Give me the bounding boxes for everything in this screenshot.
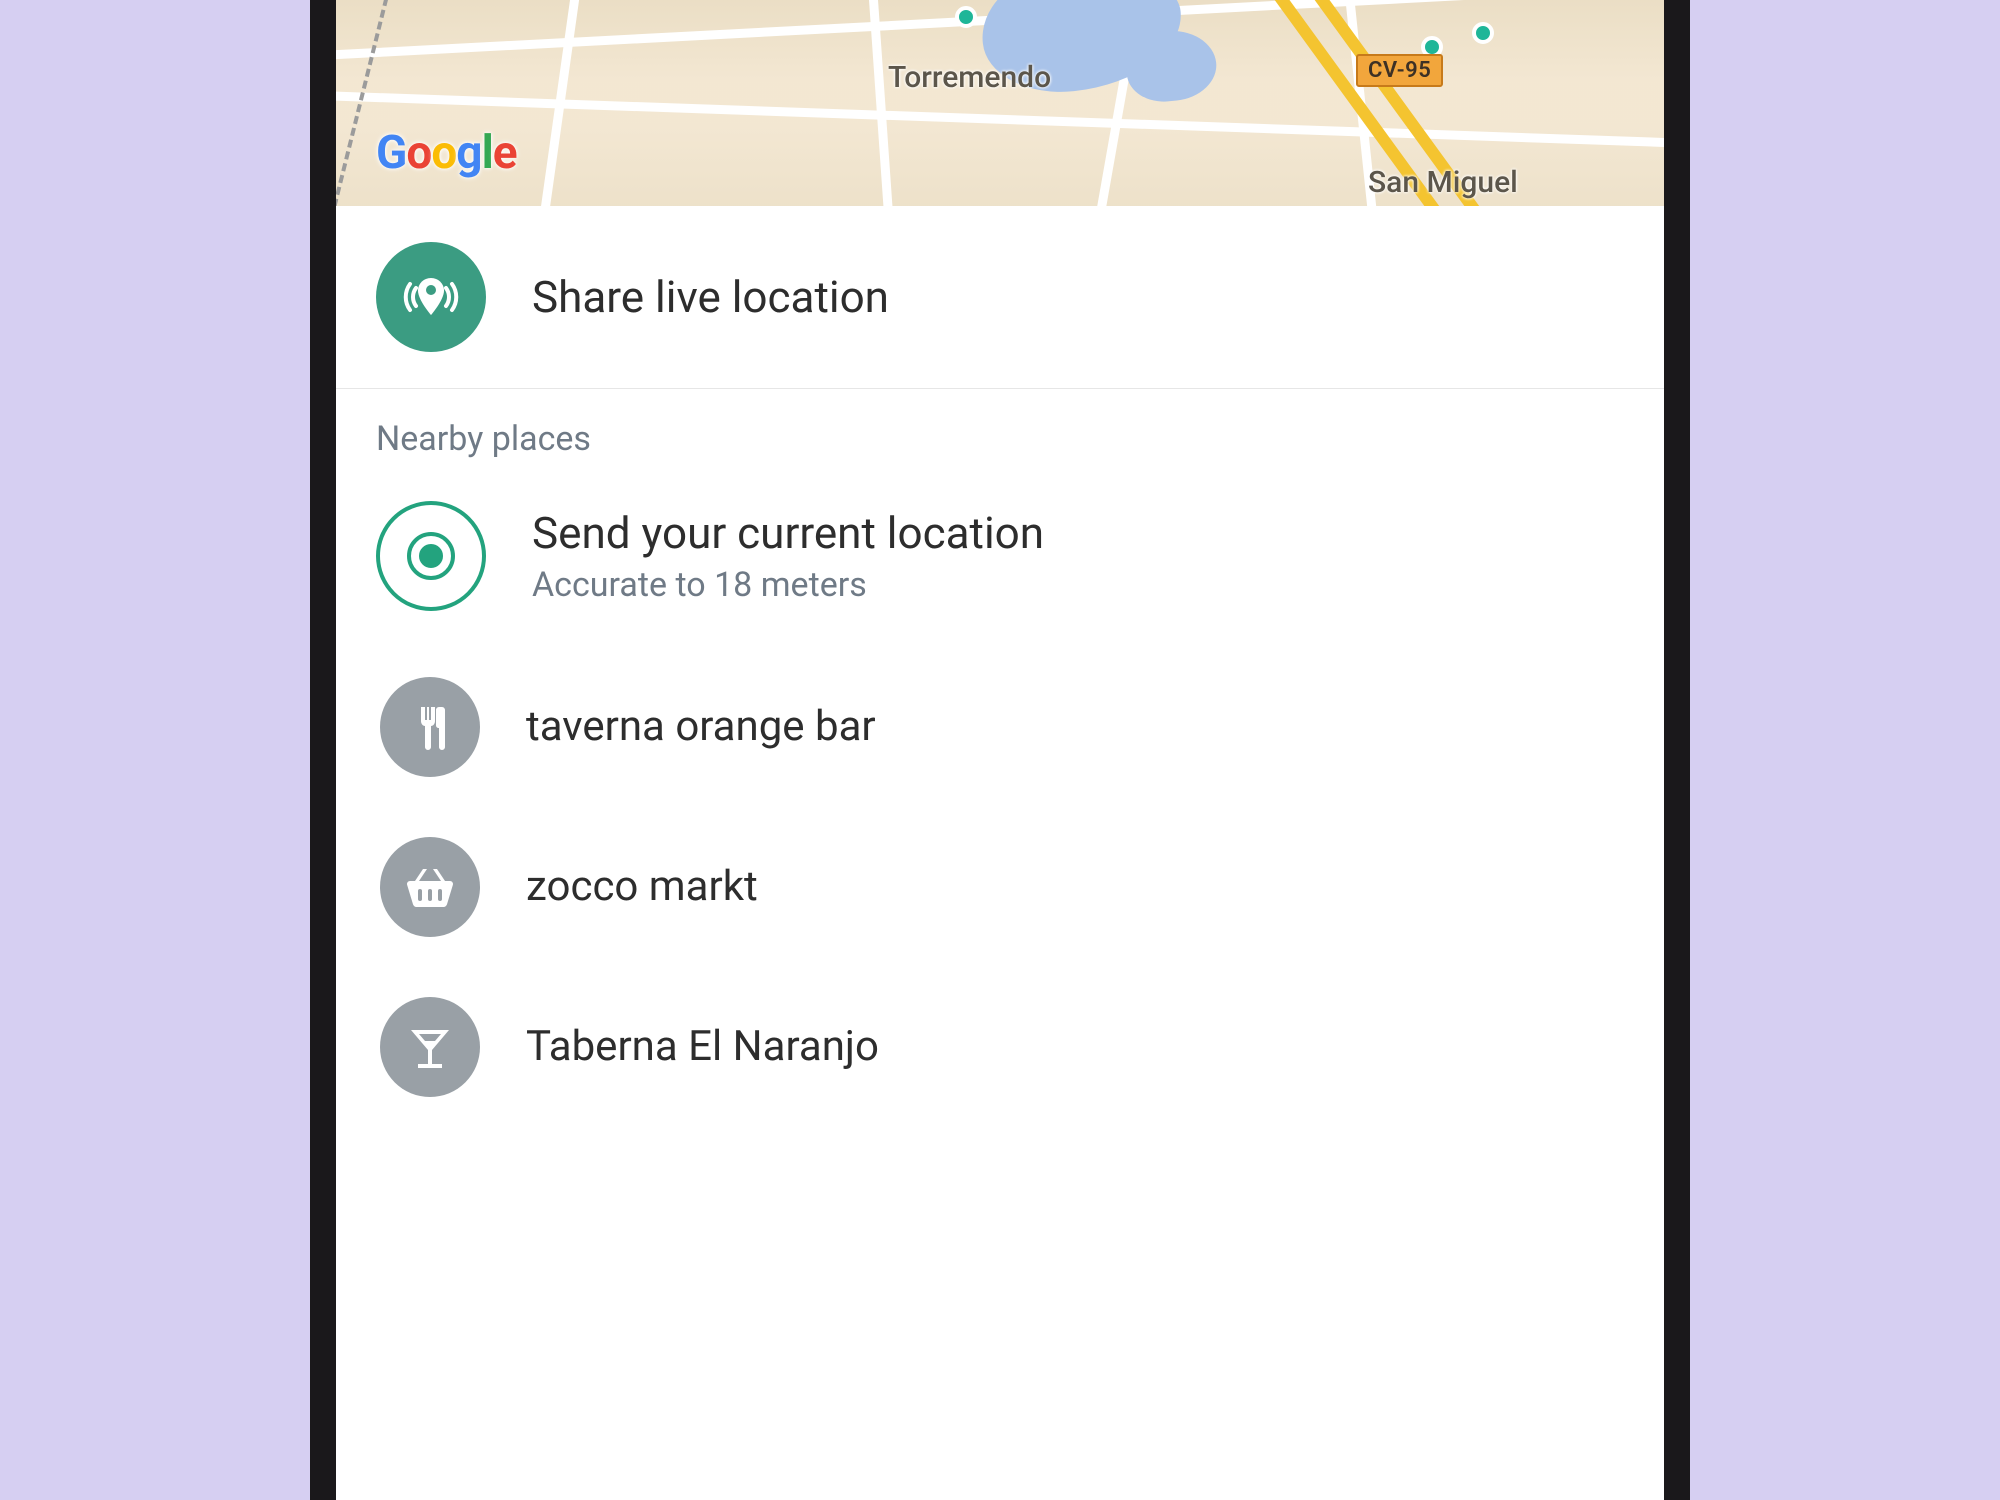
- nearby-place-name: taverna orange bar: [526, 702, 1630, 752]
- live-location-icon: [376, 242, 486, 352]
- map-place-label: Torremendo: [888, 60, 1051, 95]
- nearby-place-name: Taberna El Naranjo: [526, 1022, 1630, 1072]
- nearby-place-name: zocco markt: [526, 862, 1630, 912]
- map-place-label: San Miguel: [1368, 165, 1518, 200]
- map-poi-dot: [1472, 22, 1494, 44]
- road-shield-label: CV-95: [1356, 54, 1443, 87]
- send-current-location-subtitle: Accurate to 18 meters: [532, 565, 1630, 605]
- map-poi-dot: [955, 6, 977, 28]
- current-location-icon: [376, 501, 486, 611]
- send-current-location-title: Send your current location: [532, 507, 1630, 560]
- nearby-place-row[interactable]: taverna orange bar: [336, 647, 1664, 807]
- nearby-place-row[interactable]: Taberna El Naranjo: [336, 967, 1664, 1127]
- shopping-basket-icon: [380, 837, 480, 937]
- google-attribution-logo: Google: [376, 126, 517, 180]
- phone-frame: CV-95 Torremendo San Miguel Google: [310, 0, 1690, 1500]
- nearby-places-header: Nearby places: [336, 389, 1664, 465]
- map-preview[interactable]: CV-95 Torremendo San Miguel Google: [336, 0, 1664, 206]
- restaurant-icon: [380, 677, 480, 777]
- phone-screen: CV-95 Torremendo San Miguel Google: [336, 0, 1664, 1500]
- share-live-location-label: Share live location: [532, 271, 1630, 324]
- nearby-place-row[interactable]: zocco markt: [336, 807, 1664, 967]
- bar-cocktail-icon: [380, 997, 480, 1097]
- share-live-location-row[interactable]: Share live location: [336, 206, 1664, 388]
- location-sheet: Share live location Nearby places Send y…: [336, 206, 1664, 1127]
- send-current-location-row[interactable]: Send your current location Accurate to 1…: [336, 465, 1664, 647]
